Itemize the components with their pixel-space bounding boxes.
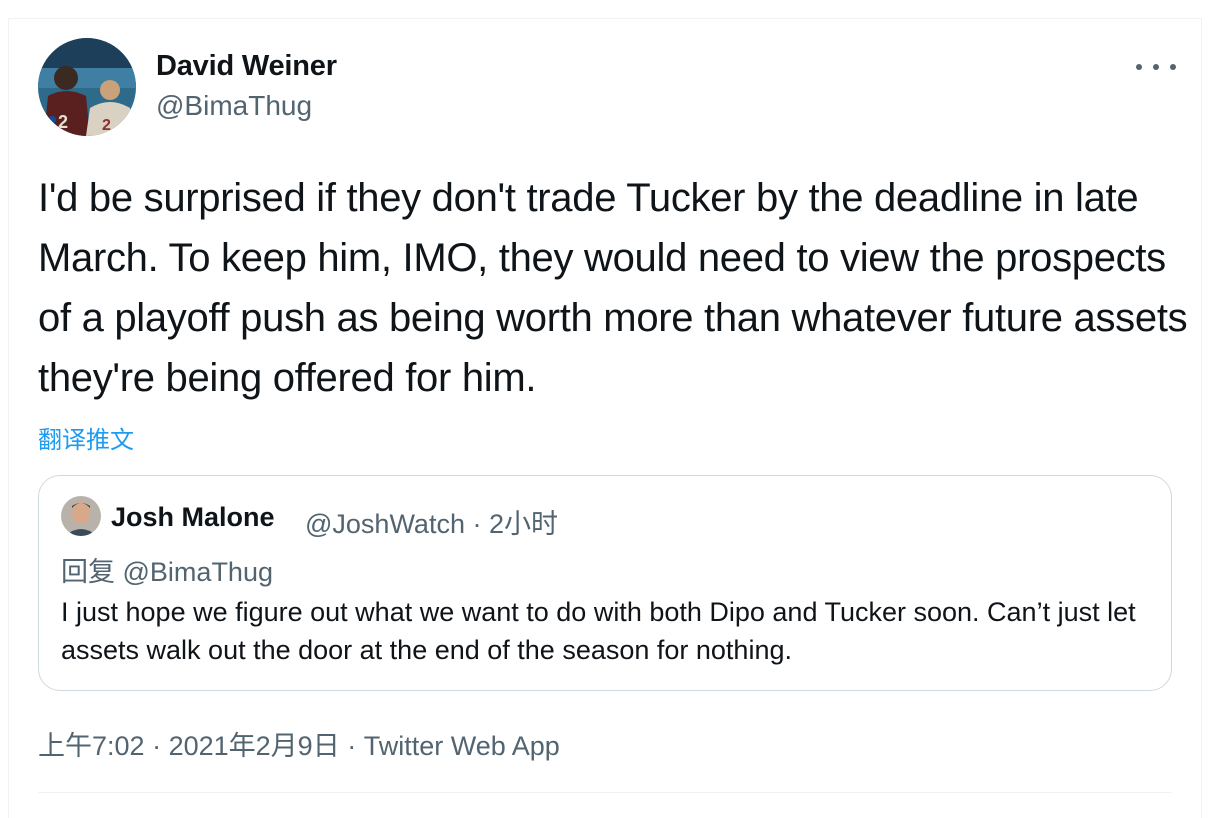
separator: · [472,509,482,539]
author-avatar[interactable]: 2 2 [38,38,136,136]
tweet-date[interactable]: 2021年2月9日 [169,731,340,761]
quoted-author-handle[interactable]: @JoshWatch [305,509,465,539]
separator: · [347,731,357,761]
author-name[interactable]: David Weiner [156,50,337,83]
more-horizontal-icon [1170,64,1176,70]
quoted-meta: @JoshWatch · 2小时 [305,502,558,541]
author-handle[interactable]: @BimaThug [156,90,312,122]
quoted-avatar[interactable] [61,496,101,536]
quoted-text: I just hope we figure out what we want t… [61,597,1136,665]
translate-tweet-link[interactable]: 翻译推文 [38,420,134,455]
tweet-card [8,18,1202,818]
profile-photo-icon [61,496,101,536]
reply-mention[interactable]: @BimaThug [123,557,273,587]
tweet-source[interactable]: Twitter Web App [364,731,560,761]
quoted-author-name[interactable]: Josh Malone [111,502,275,533]
tweet-footer: 上午7:02 · 2021年2月9日 · Twitter Web App [38,724,560,763]
tweet-time[interactable]: 上午7:02 [38,731,145,761]
more-options-button[interactable] [1136,52,1176,82]
more-horizontal-icon [1136,64,1142,70]
tweet-text: I'd be surprised if they don't trade Tuc… [38,176,1188,400]
separator: · [152,731,162,761]
divider [38,792,1172,793]
reply-prefix: 回复 [61,557,115,587]
quoted-time[interactable]: 2小时 [489,509,558,539]
more-horizontal-icon [1153,64,1159,70]
reply-context: 回复 @BimaThug [61,550,273,589]
quoted-tweet[interactable]: Josh Malone @JoshWatch · 2小时 回复 @BimaThu… [38,475,1172,691]
profile-photo-icon: 2 2 [38,38,136,136]
